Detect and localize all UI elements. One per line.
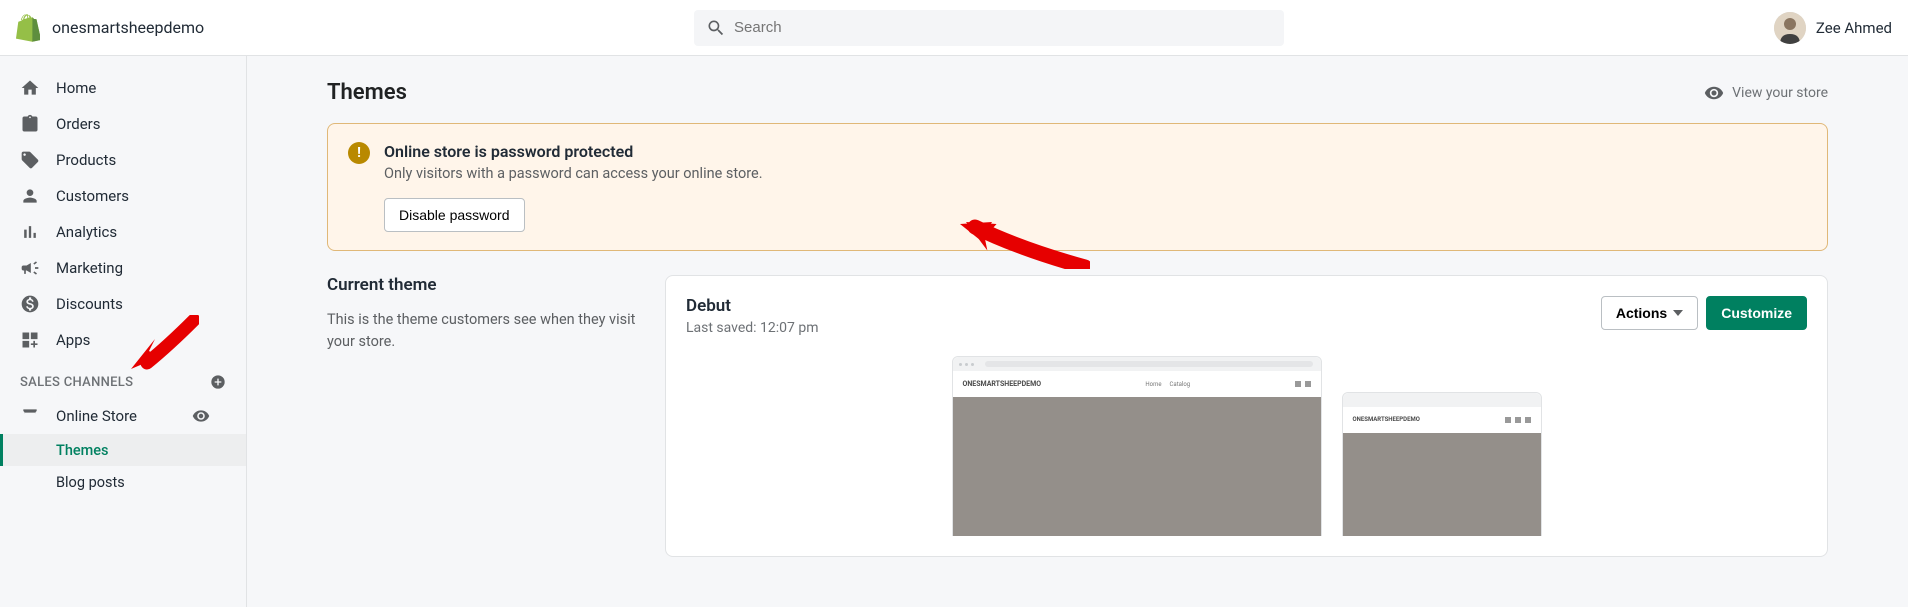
orders-icon: [20, 114, 40, 134]
main-content: Themes View your store ! Online store is…: [247, 56, 1908, 607]
nav-marketing[interactable]: Marketing: [0, 250, 246, 286]
nav-analytics[interactable]: Analytics: [0, 214, 246, 250]
nav-online-store[interactable]: Online Store: [0, 398, 246, 434]
theme-name: Debut: [686, 296, 819, 316]
theme-preview: ONESMARTSHEEPDEMO HomeCatalog Image with…: [686, 356, 1807, 536]
marketing-icon: [20, 258, 40, 278]
nav-home[interactable]: Home: [0, 70, 246, 106]
disable-password-button[interactable]: Disable password: [384, 198, 525, 232]
last-saved: Last saved: 12:07 pm: [686, 320, 819, 336]
subnav-blog-posts[interactable]: Blog posts: [0, 466, 246, 498]
user-menu[interactable]: Zee Ahmed: [1774, 12, 1892, 44]
password-banner: ! Online store is password protected Onl…: [327, 123, 1828, 251]
search-input[interactable]: [734, 19, 1272, 36]
nav-customers[interactable]: Customers: [0, 178, 246, 214]
current-theme-heading: Current theme: [327, 275, 637, 295]
nav-orders[interactable]: Orders: [0, 106, 246, 142]
sales-channels-label: SALES CHANNELS: [0, 358, 246, 398]
nav-discounts[interactable]: Discounts: [0, 286, 246, 322]
store-icon: [20, 406, 40, 426]
shopify-logo-icon: [16, 14, 40, 42]
top-header: onesmartsheepdemo Zee Ahmed: [0, 0, 1908, 56]
desktop-preview: ONESMARTSHEEPDEMO HomeCatalog Image with…: [952, 356, 1322, 536]
discounts-icon: [20, 294, 40, 314]
mobile-preview: ONESMARTSHEEPDEMO: [1342, 392, 1542, 536]
user-name: Zee Ahmed: [1816, 19, 1892, 37]
warning-icon: !: [348, 142, 370, 164]
banner-title: Online store is password protected: [384, 142, 1807, 161]
theme-card: Debut Last saved: 12:07 pm Actions Custo…: [665, 275, 1828, 557]
subnav-themes[interactable]: Themes: [0, 434, 246, 466]
search-box[interactable]: [694, 10, 1284, 46]
eye-icon[interactable]: [192, 406, 210, 426]
add-channel-icon[interactable]: [210, 374, 226, 390]
banner-description: Only visitors with a password can access…: [384, 165, 1807, 182]
nav-products[interactable]: Products: [0, 142, 246, 178]
customize-button[interactable]: Customize: [1706, 296, 1807, 330]
user-avatar: [1774, 12, 1806, 44]
caret-down-icon: [1673, 310, 1683, 316]
eye-icon: [1704, 83, 1724, 103]
page-title: Themes: [327, 80, 407, 105]
search-icon: [706, 18, 726, 38]
nav-apps[interactable]: Apps: [0, 322, 246, 358]
view-your-store-link[interactable]: View your store: [1704, 83, 1828, 103]
home-icon: [20, 78, 40, 98]
analytics-icon: [20, 222, 40, 242]
products-icon: [20, 150, 40, 170]
actions-dropdown[interactable]: Actions: [1601, 296, 1698, 330]
sidebar: Home Orders Products Customers Analytics…: [0, 56, 247, 607]
customers-icon: [20, 186, 40, 206]
current-theme-description: This is the theme customers see when the…: [327, 309, 637, 353]
store-name[interactable]: onesmartsheepdemo: [52, 18, 204, 37]
apps-icon: [20, 330, 40, 350]
